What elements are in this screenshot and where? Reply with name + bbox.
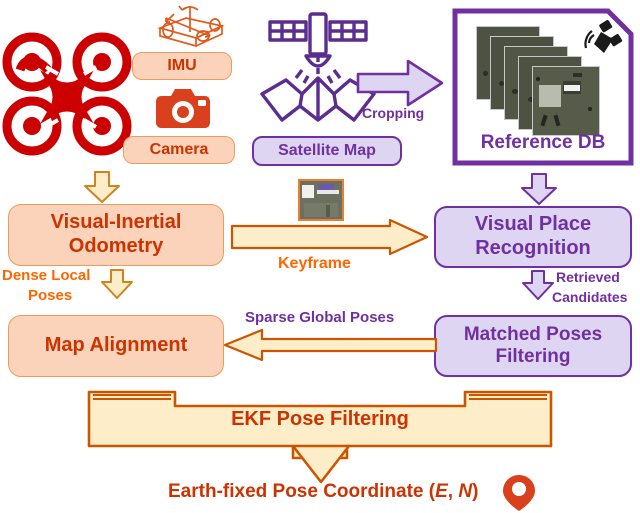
output-comma: , xyxy=(447,481,459,502)
aerial-reference-tile xyxy=(532,66,600,136)
satellite-dish-icon xyxy=(580,20,624,64)
camera-label-pill: Camera xyxy=(123,136,235,164)
matched-poses-line-1: Matched Poses xyxy=(463,323,603,345)
sparse-global-poses-arrow xyxy=(222,327,438,363)
output-symbol-n: N xyxy=(458,481,473,502)
reference-db-label: Reference DB xyxy=(480,132,606,153)
satellite-map-pill: Satellite Map xyxy=(252,136,402,166)
retrieved-candidates-line-1: Retrieved xyxy=(556,269,620,285)
keyframe-arrow xyxy=(230,218,430,256)
vio-to-map-alignment-arrow xyxy=(100,268,134,300)
vpr-line-1: Visual Place xyxy=(474,213,592,236)
retrieved-candidates-line-2: Candidates xyxy=(552,289,628,305)
dense-local-poses-line-2: Poses xyxy=(28,287,73,304)
block-visual-inertial-odometry[interactable]: Visual-Inertial Odometry xyxy=(8,204,224,266)
output-close-paren: ) xyxy=(472,481,479,502)
matched-poses-line-2: Filtering xyxy=(495,346,571,367)
dense-local-poses-line-1: Dense Local xyxy=(2,267,91,284)
vpr-line-2: Recognition xyxy=(475,237,591,259)
vpr-to-matched-arrow xyxy=(521,269,555,301)
refdb-to-vpr-arrow xyxy=(519,172,559,206)
imu-gyroscope-box-icon xyxy=(146,2,234,54)
keyframe-aerial-thumbnail xyxy=(298,179,344,221)
ekf-label: EKF Pose Filtering xyxy=(231,408,409,430)
block-map-alignment[interactable]: Map Alignment xyxy=(8,315,224,377)
cropping-arrow xyxy=(356,57,446,109)
keyframe-label: Keyframe xyxy=(278,255,351,272)
ekf-output-arrow xyxy=(276,444,366,486)
camera-label: Camera xyxy=(149,141,209,158)
sensors-to-vio-arrow xyxy=(82,170,122,204)
reference-db-container: Reference DB xyxy=(452,8,634,166)
imu-label-pill: IMU xyxy=(132,52,232,80)
map-alignment-label: Map Alignment xyxy=(44,334,188,357)
sparse-global-poses-label: Sparse Global Poses xyxy=(245,309,395,326)
output-symbol-e: E xyxy=(435,481,448,502)
imu-label: IMU xyxy=(167,57,197,74)
satellite-map-label: Satellite Map xyxy=(278,142,376,159)
block-visual-place-recognition[interactable]: Visual Place Recognition xyxy=(434,206,632,268)
vio-line-1: Visual-Inertial xyxy=(50,211,182,234)
quadcopter-drone-icon xyxy=(2,20,132,156)
block-matched-poses-filtering[interactable]: Matched Poses Filtering xyxy=(434,315,632,377)
map-pin-icon xyxy=(501,473,537,513)
camera-icon xyxy=(155,84,211,132)
diagram-canvas: IMU Camera Satellite Map Cropping Refere… xyxy=(0,0,640,512)
cropping-label: Cropping xyxy=(362,105,425,121)
output-text-group: Earth-fixed Pose Coordinate (E, N) xyxy=(168,481,479,503)
vio-line-2: Odometry xyxy=(68,235,164,257)
output-text: Earth-fixed Pose Coordinate ( xyxy=(168,481,436,502)
